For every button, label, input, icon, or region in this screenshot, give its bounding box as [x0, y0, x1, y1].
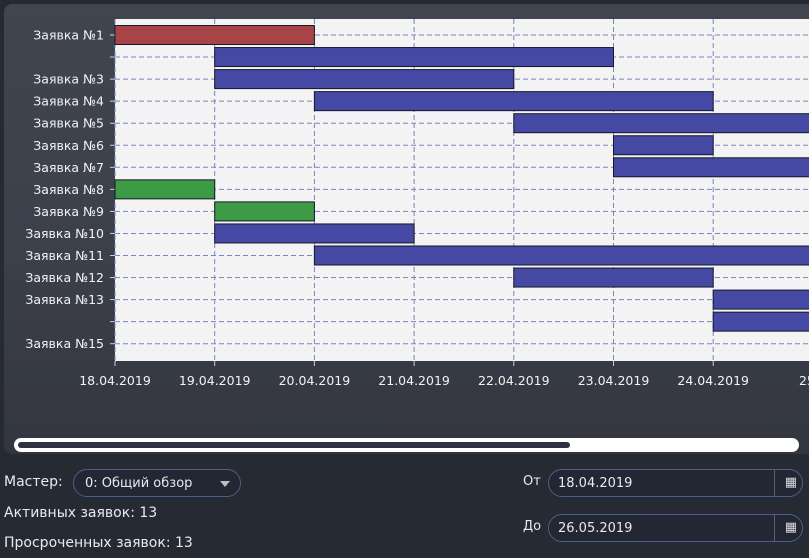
row-label: Заявка №9 [33, 204, 104, 219]
x-tick-label: 20.04.2019 [279, 373, 351, 388]
field-divider [774, 515, 775, 541]
row-label: Заявка №11 [25, 248, 104, 263]
to-date-label: До [523, 519, 542, 534]
x-tick-label: 22.04.2019 [478, 373, 550, 388]
horizontal-scrollbar[interactable] [14, 438, 799, 452]
row-label: Заявка №12 [25, 270, 104, 285]
gantt-bar [214, 47, 614, 68]
x-tick-label: 23.04.2019 [578, 373, 650, 388]
field-divider [774, 470, 775, 496]
gantt-bar [513, 267, 714, 288]
row-label: Заявка №4 [33, 94, 104, 109]
gantt-chart: Заявка №1 Заявка №3 Заявка №4 Заявка №5 Заяв… [25, 19, 809, 388]
to-date-field[interactable]: ▦ [548, 514, 803, 542]
gantt-bar [313, 91, 714, 112]
gantt-bar [613, 135, 714, 156]
x-tick-label: 19.04.2019 [179, 373, 251, 388]
from-date-input[interactable] [558, 474, 758, 492]
gantt-bar [114, 25, 315, 45]
master-select[interactable]: 0: Общий обзор [73, 469, 241, 497]
gantt-bar [214, 223, 415, 244]
row-label: Заявка №6 [33, 138, 104, 153]
calendar-icon[interactable]: ▦ [785, 520, 797, 535]
x-tick-label: 18.04.2019 [79, 373, 151, 388]
gantt-bar [313, 245, 809, 266]
gantt-bar [613, 157, 809, 178]
chevron-down-icon [220, 481, 230, 487]
gantt-bar [712, 289, 809, 310]
master-select-value: 0: Общий обзор [85, 476, 193, 491]
row-label: Заявка №8 [33, 182, 104, 197]
gantt-chart-panel: Заявка №1 Заявка №3 Заявка №4 Заявка №5 Заяв… [4, 4, 809, 454]
from-date-label: От [523, 474, 541, 489]
to-date-input[interactable] [558, 519, 758, 537]
x-tick-label: 21.04.2019 [378, 373, 450, 388]
scrollbar-thumb[interactable] [18, 442, 570, 448]
x-tick-label: 25.0 [799, 373, 809, 388]
gantt-bar [513, 113, 809, 134]
active-requests-count: Активных заявок: 13 [4, 505, 158, 521]
row-label: Заявка №1 [33, 28, 104, 43]
row-label: Заявка №15 [25, 336, 104, 351]
from-date-field[interactable]: ▦ [548, 469, 803, 497]
row-label: Заявка №5 [33, 116, 104, 131]
row-label: Заявка №7 [33, 160, 104, 175]
calendar-icon[interactable]: ▦ [785, 475, 797, 490]
row-label: Заявка №10 [25, 226, 104, 241]
gantt-bar [214, 201, 315, 222]
row-label: Заявка №13 [25, 292, 104, 307]
overdue-requests-count: Просроченных заявок: 13 [4, 535, 193, 551]
row-label: Заявка №3 [33, 72, 104, 87]
gantt-bar [712, 311, 809, 332]
gantt-bar [214, 69, 515, 90]
master-label: Мастер: [4, 474, 63, 490]
gantt-bar [114, 179, 216, 200]
x-tick-label: 24.04.2019 [677, 373, 749, 388]
